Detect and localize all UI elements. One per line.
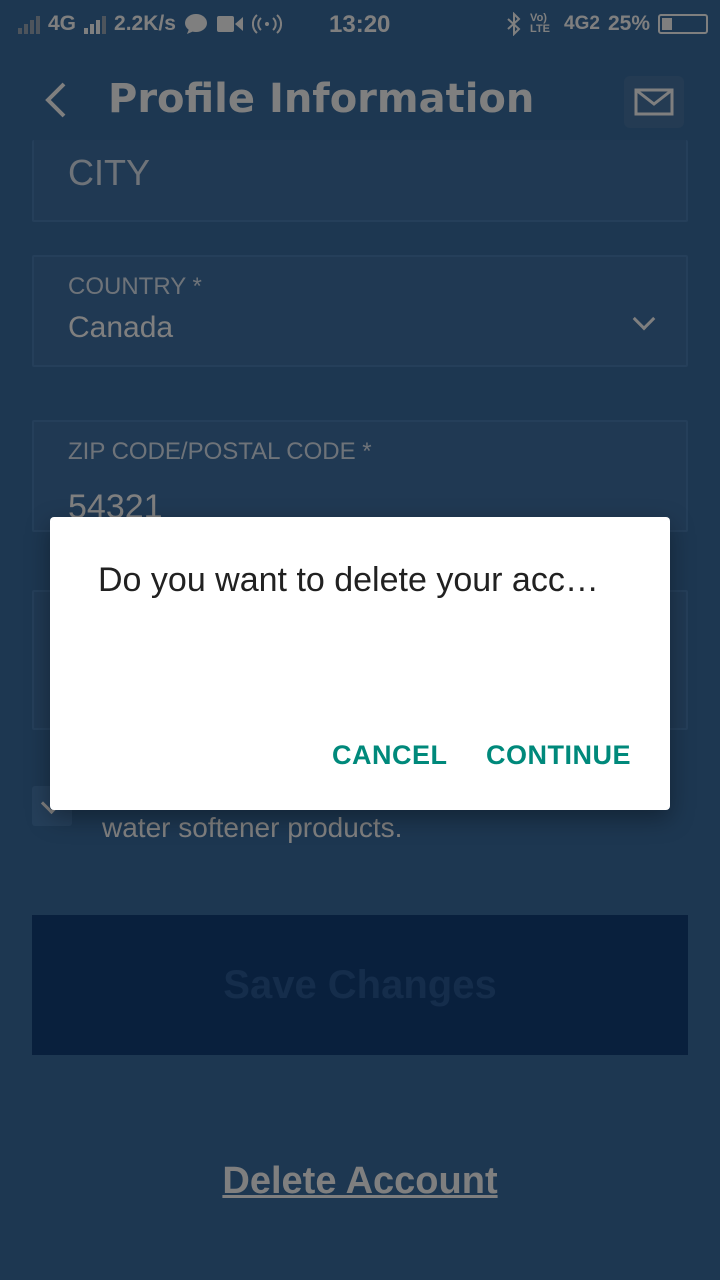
dialog-title: Do you want to delete your acc… [98,561,599,599]
cancel-button[interactable]: CANCEL [332,735,448,775]
continue-button[interactable]: CONTINUE [486,735,631,775]
delete-account-dialog: Do you want to delete your acc… CANCEL C… [50,517,670,810]
